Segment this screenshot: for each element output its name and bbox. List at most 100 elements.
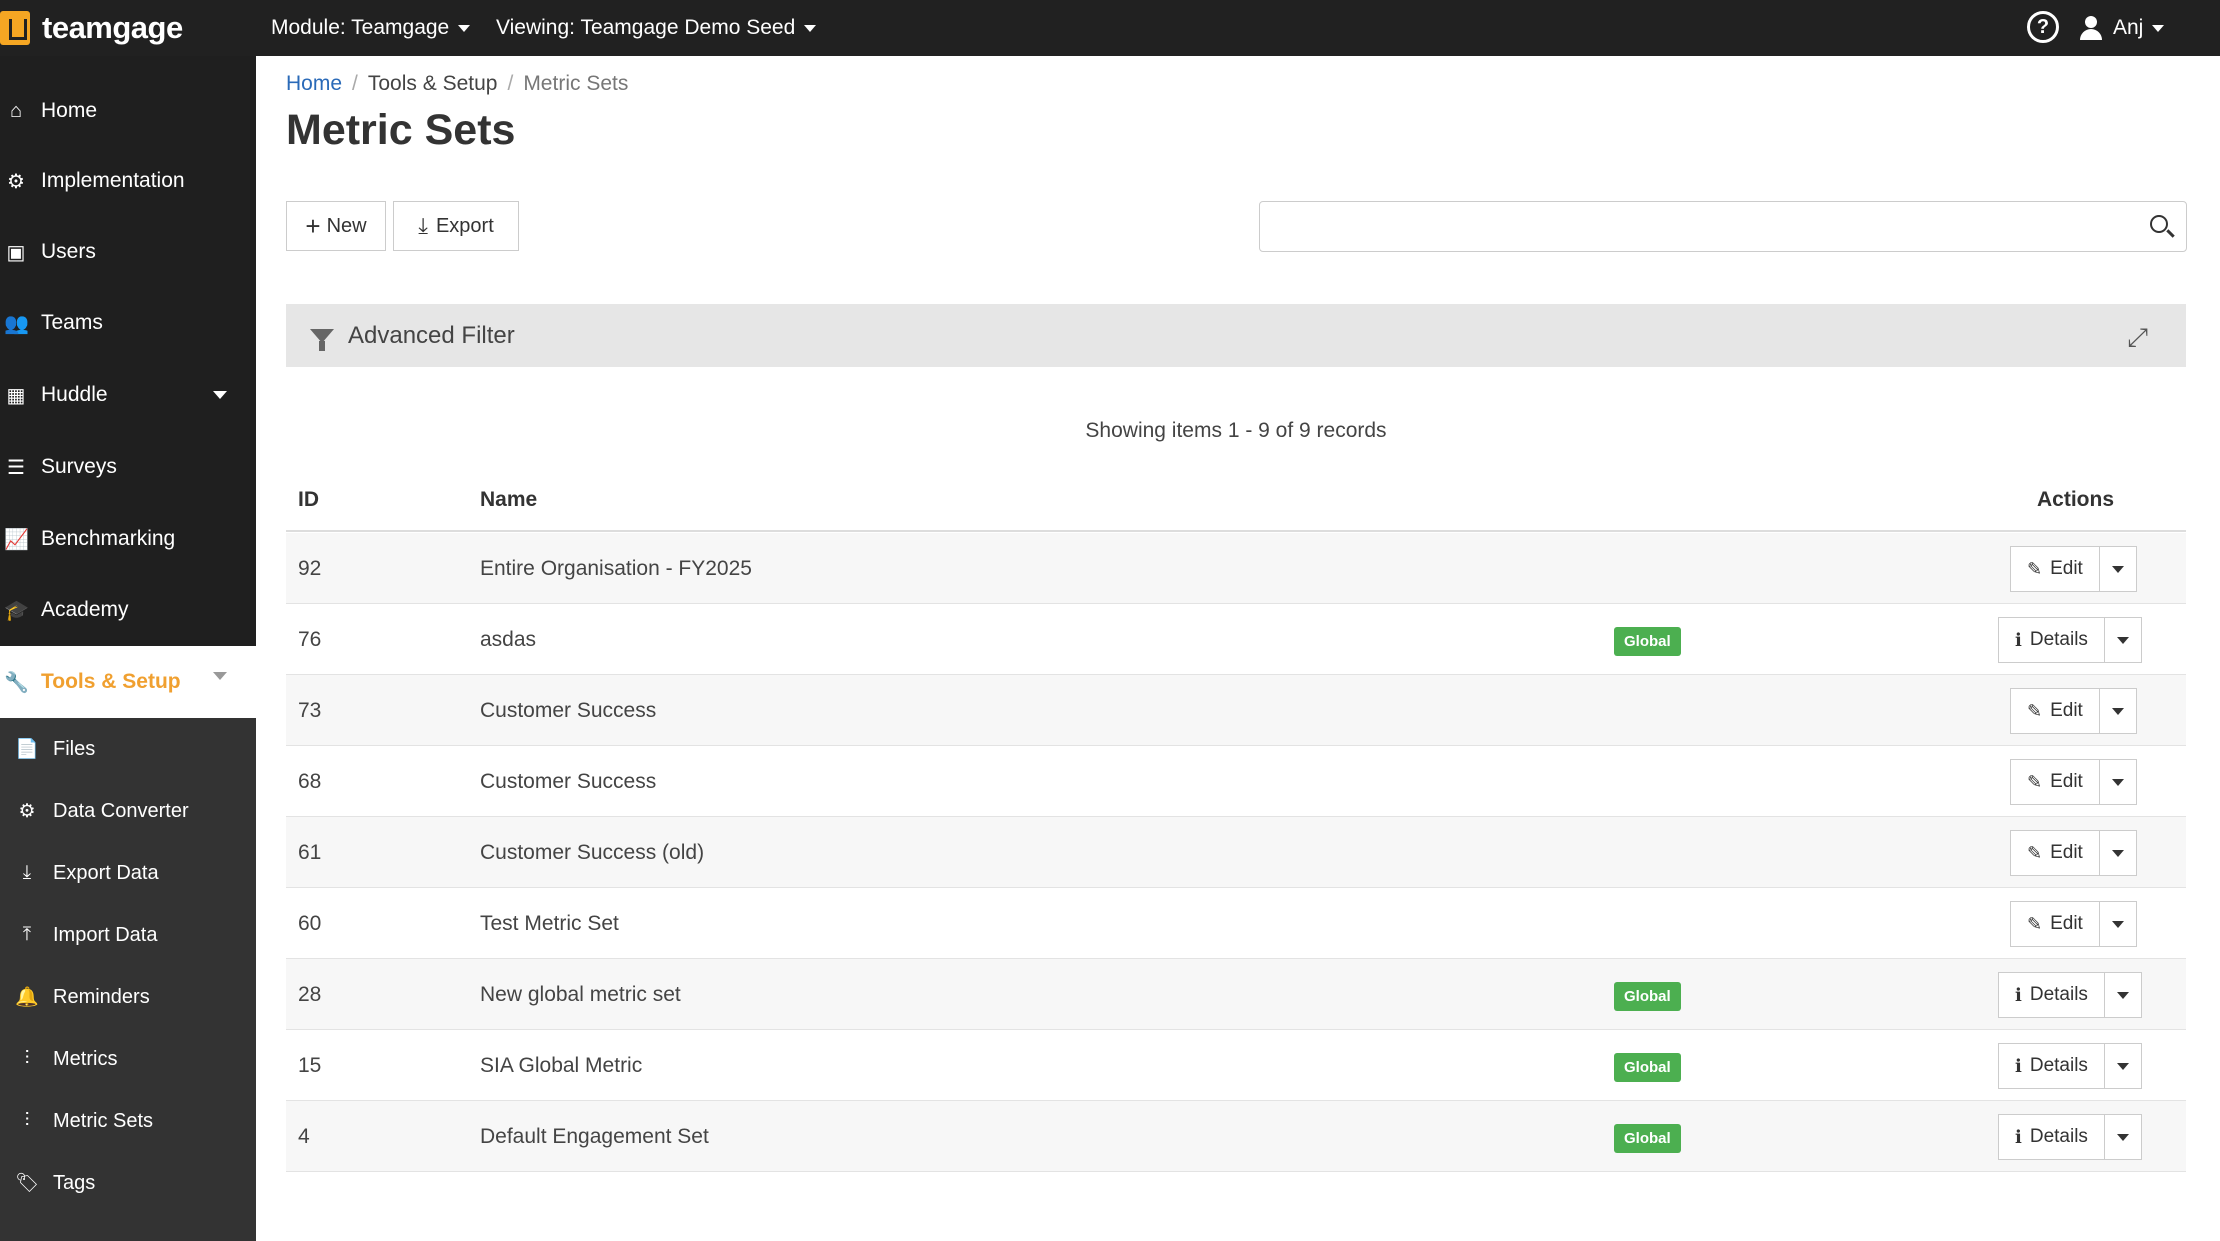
chevron-down-icon: [2116, 991, 2129, 999]
table-row: 73 Customer Success ✎ Edit: [286, 675, 2186, 746]
edit-icon: ✎: [2027, 700, 2043, 721]
sidebar-subitem-metric-sets[interactable]: ⫶ Metric Sets: [0, 1090, 256, 1152]
chevron-down-icon: [2111, 849, 2124, 857]
edit-button[interactable]: ✎ Edit: [2011, 831, 2100, 875]
breadcrumb-home[interactable]: Home: [286, 72, 342, 96]
expand-icon[interactable]: ⤢: [2127, 322, 2148, 354]
sidebar-subitem-label: Import Data: [53, 923, 158, 946]
actions-dropdown-toggle[interactable]: [2100, 689, 2136, 733]
column-header-actions: Actions: [2037, 488, 2115, 511]
sidebar-item-tools-setup[interactable]: 🔧 Tools & Setup: [0, 646, 256, 718]
actions-dropdown-toggle[interactable]: [2105, 1115, 2141, 1159]
sidebar-subitem-data-converter[interactable]: ⚙ Data Converter: [0, 780, 256, 842]
line-chart-icon: 📈: [4, 528, 29, 551]
row-name: SIA Global Metric: [480, 1054, 643, 1077]
edit-icon: ✎: [2027, 913, 2043, 934]
column-header-id[interactable]: ID: [298, 488, 319, 512]
chevron-down-icon: [2116, 1062, 2129, 1070]
actions-dropdown-toggle[interactable]: [2105, 1044, 2141, 1088]
table-row: 28 New global metric set Global ℹ Details: [286, 959, 2186, 1030]
search-input[interactable]: [1260, 202, 2120, 251]
sidebar-subitem-label: Export Data: [53, 861, 159, 884]
edit-icon: ✎: [2027, 771, 2043, 792]
sidebar-subitem-export-data[interactable]: ⤓ Export Data: [0, 842, 256, 904]
actions-dropdown-toggle[interactable]: [2100, 547, 2136, 591]
breadcrumb-tools-setup[interactable]: Tools & Setup: [368, 72, 498, 96]
breadcrumb-current: Metric Sets: [523, 72, 629, 95]
sidebar-subitem-metrics[interactable]: ⫶ Metrics: [0, 1028, 256, 1090]
sidebar-item-academy[interactable]: 🎓 Academy: [0, 575, 256, 645]
sidebar-item-benchmarking[interactable]: 📈 Benchmarking: [0, 504, 256, 574]
global-badge: Global: [1614, 1124, 1681, 1153]
sidebar-item-label: Home: [41, 99, 98, 122]
row-id: 28: [298, 983, 322, 1006]
table-row: 60 Test Metric Set ✎ Edit: [286, 888, 2186, 959]
row-id: 15: [298, 1054, 322, 1077]
edit-button-label: Edit: [2050, 913, 2083, 934]
table-row: 76 asdas Global ℹ Details: [286, 604, 2186, 675]
actions-dropdown-toggle[interactable]: [2100, 760, 2136, 804]
viewing-dropdown[interactable]: Viewing: Teamgage Demo Seed: [496, 0, 817, 56]
details-button-label: Details: [2029, 1055, 2088, 1076]
chevron-down-icon: [2111, 565, 2124, 573]
sidebar-item-implementation[interactable]: ⚙ Implementation: [0, 146, 256, 216]
actions-dropdown-toggle[interactable]: [2105, 973, 2141, 1017]
details-button[interactable]: ℹ Details: [1999, 618, 2105, 662]
row-id: 92: [298, 557, 322, 580]
column-header-name[interactable]: Name: [480, 488, 537, 512]
sidebar-subitem-partial[interactable]: [0, 1214, 256, 1241]
sidebar-subitem-label: Tags: [53, 1171, 96, 1194]
actions-dropdown-toggle[interactable]: [2100, 831, 2136, 875]
users-cog-icon: ⚙: [18, 800, 36, 822]
sidebar-item-huddle[interactable]: ▦ Huddle: [0, 360, 256, 430]
sidebar-item-surveys[interactable]: ☰ Surveys: [0, 432, 256, 502]
sidebar-item-users[interactable]: ▣ Users: [0, 217, 256, 287]
top-navbar: teamgage Module: Teamgage Viewing: Teamg…: [0, 0, 2220, 56]
details-button[interactable]: ℹ Details: [1999, 1044, 2105, 1088]
module-label: Module: Teamgage: [271, 16, 450, 39]
sidebar-item-home[interactable]: ⌂ Home: [0, 76, 256, 146]
edit-icon: ✎: [2027, 842, 2043, 863]
chevron-down-icon: [2116, 1133, 2129, 1141]
row-name: Test Metric Set: [480, 912, 619, 935]
sidebar-item-label: Teams: [41, 311, 103, 334]
details-button[interactable]: ℹ Details: [1999, 973, 2105, 1017]
info-icon: ℹ: [2015, 984, 2022, 1005]
user-menu[interactable]: Anj: [2080, 0, 2165, 56]
download-icon: ⤓: [418, 213, 428, 238]
edit-button[interactable]: ✎ Edit: [2011, 902, 2100, 946]
row-actions: ✎ Edit: [2010, 759, 2137, 805]
row-actions: ✎ Edit: [2010, 830, 2137, 876]
new-button[interactable]: + New: [286, 201, 386, 251]
details-button-label: Details: [2029, 984, 2088, 1005]
teamgage-logo[interactable]: teamgage: [0, 8, 183, 48]
download-icon: ⤓: [22, 862, 32, 883]
gear-icon: ⚙: [7, 170, 25, 193]
search-icon[interactable]: [2150, 215, 2168, 233]
edit-button-label: Edit: [2050, 771, 2083, 792]
sidebar-subitem-import-data[interactable]: ⤒ Import Data: [0, 904, 256, 966]
details-button[interactable]: ℹ Details: [1999, 1115, 2105, 1159]
sidebar-subitem-reminders[interactable]: 🔔 Reminders: [0, 966, 256, 1028]
users-icon: 👥: [4, 312, 29, 335]
row-actions: ✎ Edit: [2010, 688, 2137, 734]
edit-button[interactable]: ✎ Edit: [2011, 760, 2100, 804]
advanced-filter-panel[interactable]: Advanced Filter ⤢: [286, 304, 2186, 367]
edit-button[interactable]: ✎ Edit: [2011, 689, 2100, 733]
edit-button[interactable]: ✎ Edit: [2011, 547, 2100, 591]
actions-dropdown-toggle[interactable]: [2100, 902, 2136, 946]
sidebar-subitem-files[interactable]: 📄 Files: [0, 718, 256, 780]
actions-dropdown-toggle[interactable]: [2105, 618, 2141, 662]
sidebar-item-teams[interactable]: 👥 Teams: [0, 288, 256, 358]
sidebar-item-label: Huddle: [41, 383, 108, 406]
sliders-icon: ⫶: [24, 1110, 30, 1131]
edit-icon: ✎: [2027, 558, 2043, 579]
search-field[interactable]: [1259, 201, 2187, 252]
sidebar-subitem-tags[interactable]: 🏷 Tags: [0, 1152, 256, 1214]
user-card-icon: ▣: [6, 241, 26, 264]
table-row: 61 Customer Success (old) ✎ Edit: [286, 817, 2186, 888]
module-dropdown[interactable]: Module: Teamgage: [271, 0, 471, 56]
export-button[interactable]: ⤓ Export: [393, 201, 519, 251]
chevron-down-icon: [2111, 778, 2124, 786]
help-icon[interactable]: ?: [2027, 11, 2059, 43]
